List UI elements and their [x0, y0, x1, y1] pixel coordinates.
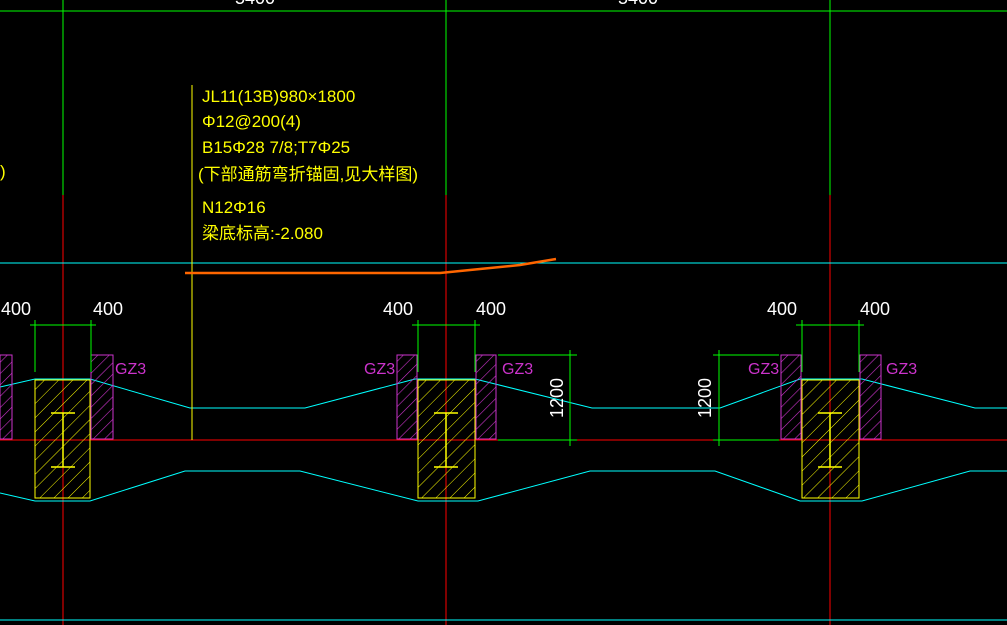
- gz-label-left: GZ3: [748, 361, 779, 378]
- dim-right-text: 400: [860, 299, 890, 319]
- column-group-2: 400 400 GZ3 GZ3 1200: [364, 299, 577, 499]
- gz-label-right: GZ3: [886, 361, 917, 378]
- gz-column-right: [859, 354, 882, 440]
- gz-label-left: GZ3: [364, 361, 395, 378]
- gz-column-left: [780, 354, 802, 440]
- leader-polyline: [185, 257, 557, 275]
- top-dimension-text-2: 5400: [618, 0, 658, 8]
- gz-column-left: [0, 354, 13, 440]
- gz-column-left: [396, 354, 418, 440]
- column-group-1: 400 400 GZ3: [0, 299, 146, 499]
- cad-drawing: 5400 5400 JL11(13B)980×1800 Φ12@200(4) B…: [0, 0, 1007, 625]
- gz-column-right: [475, 354, 497, 440]
- edge-glyph: ): [0, 162, 6, 181]
- dim-right-text: 400: [93, 299, 123, 319]
- gz-label-right: GZ3: [115, 361, 146, 378]
- anchorage-note: (下部通筋弯折锚固,见大样图): [198, 165, 418, 184]
- side-rebar-spec: N12Φ16: [202, 198, 266, 217]
- stirrup-spec: Φ12@200(4): [202, 112, 301, 131]
- rebar-spec: B15Φ28 7/8;T7Φ25: [202, 138, 350, 157]
- dim-left-text: 400: [383, 299, 413, 319]
- beam-bottom-elevation: 梁底标高:-2.080: [202, 224, 323, 243]
- dim-left-text: 400: [767, 299, 797, 319]
- top-dimension-text-1: 5400: [235, 0, 275, 8]
- column-group-3: 400 400 GZ3 GZ3 1200: [695, 299, 917, 499]
- dim-left-text: 400: [1, 299, 31, 319]
- dim-right-text: 400: [476, 299, 506, 319]
- height-dim-text: 1200: [695, 378, 715, 418]
- height-dim-text: 1200: [547, 378, 567, 418]
- gz-column-right: [90, 354, 114, 440]
- beam-label: JL11(13B)980×1800: [202, 87, 355, 106]
- gz-label-right: GZ3: [502, 361, 533, 378]
